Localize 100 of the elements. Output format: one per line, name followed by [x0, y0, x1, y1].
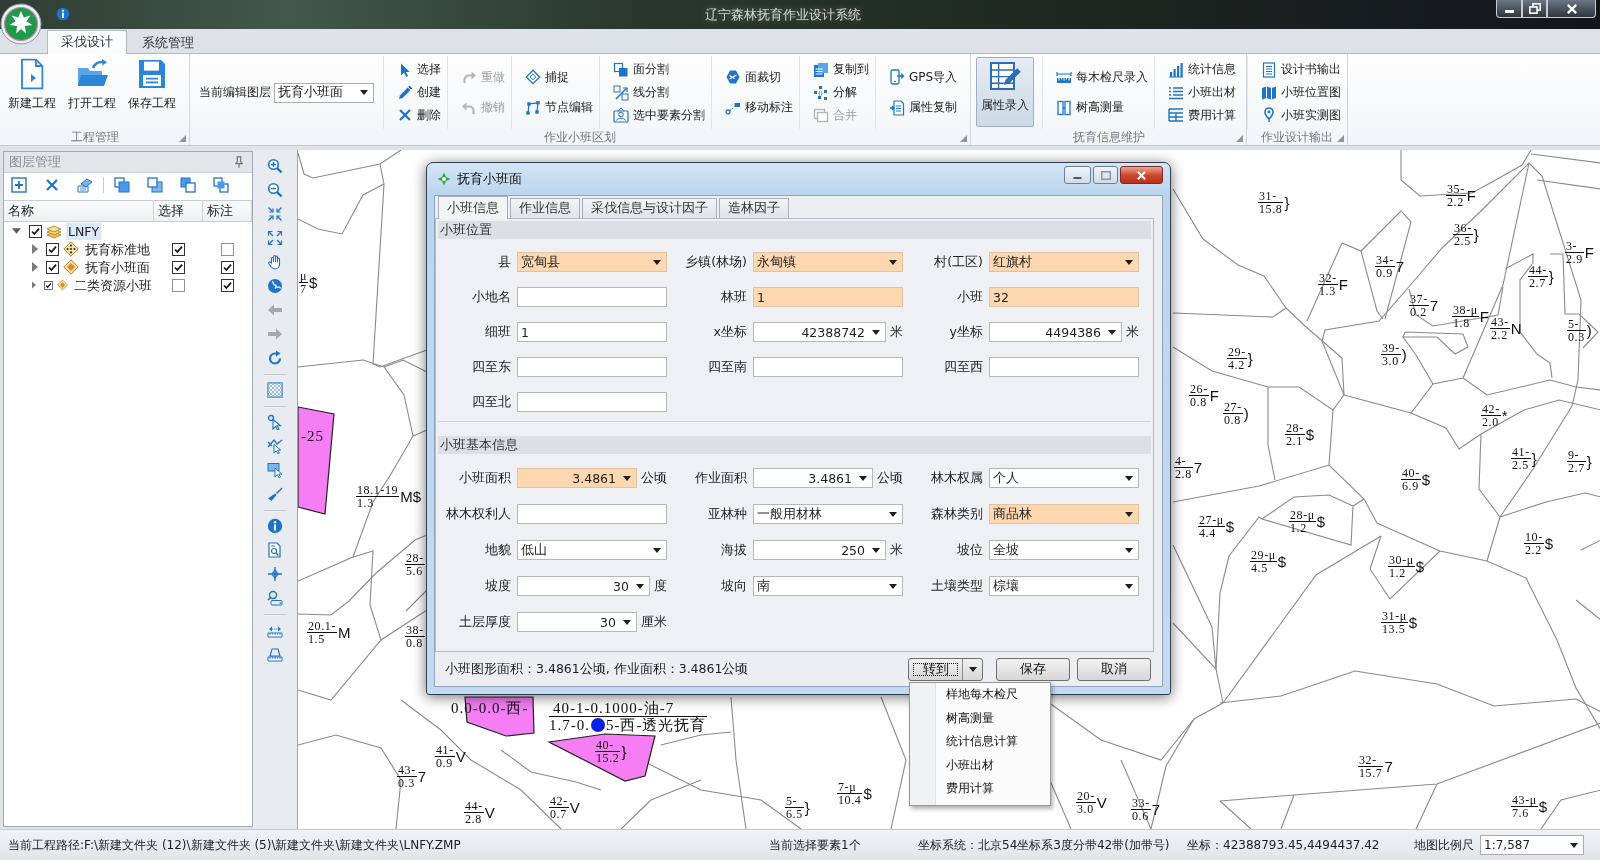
restore-button[interactable]: [1522, 0, 1547, 18]
pointer-lines-icon[interactable]: [267, 438, 283, 454]
ribbon-tab[interactable]: 系统管理: [128, 32, 208, 53]
column-header[interactable]: 名称: [4, 201, 154, 221]
text-field[interactable]: 1: [517, 322, 667, 342]
arrows-outward-icon[interactable]: [267, 230, 283, 246]
minimize-button[interactable]: [1064, 166, 1091, 184]
dropdown-field[interactable]: 南: [753, 576, 903, 596]
ribbon-button[interactable]: 选中要素分割: [613, 106, 705, 125]
checkbox[interactable]: [221, 242, 234, 256]
dialog-launcher-icon[interactable]: [1236, 135, 1244, 142]
dropdown-field[interactable]: 抚育小班面: [274, 82, 374, 103]
measure-tray-icon[interactable]: [267, 646, 283, 662]
ribbon-button[interactable]: 每木检尺录入: [1056, 68, 1149, 87]
dropdown-field[interactable]: 宽甸县: [517, 252, 667, 272]
layer-name[interactable]: 抚育小班面: [83, 258, 152, 276]
number-field[interactable]: 4494386: [989, 322, 1122, 342]
ribbon-button[interactable]: 移动标注: [725, 98, 793, 117]
text-field[interactable]: [517, 392, 667, 412]
text-field[interactable]: [517, 504, 667, 524]
ribbon-button[interactable]: GPS导入: [889, 68, 958, 87]
text-field[interactable]: 32: [989, 287, 1139, 307]
dropdown-field[interactable]: 商品林: [989, 504, 1139, 524]
globe-icon[interactable]: [267, 278, 283, 294]
ribbon-button[interactable]: 统计信息: [1168, 60, 1237, 79]
number-field[interactable]: 3.4861: [517, 468, 637, 488]
layer-name[interactable]: 抚育标准地: [83, 240, 152, 258]
pointer-rectangle-icon[interactable]: [267, 462, 283, 478]
checkerboard-icon[interactable]: [267, 382, 283, 398]
hand-icon[interactable]: [267, 254, 283, 270]
pointer-node-icon[interactable]: [267, 414, 283, 430]
checkbox[interactable]: [172, 278, 185, 292]
magnifier-tag-icon[interactable]: [267, 590, 283, 606]
checkbox[interactable]: [172, 242, 185, 256]
text-field[interactable]: [753, 357, 903, 377]
zoom-out-icon[interactable]: [267, 182, 283, 198]
info-icon[interactable]: [56, 7, 70, 21]
paint-brush-icon[interactable]: [267, 486, 283, 502]
maximize-button[interactable]: [1093, 166, 1118, 184]
column-header[interactable]: 选择: [154, 201, 203, 221]
dialog-launcher-icon[interactable]: [1337, 135, 1345, 142]
ribbon-button[interactable]: 保存工程: [125, 55, 179, 125]
text-field[interactable]: 1: [753, 287, 903, 307]
dropdown-field[interactable]: 棕壤: [989, 576, 1139, 596]
ribbon-button[interactable]: 小班位置图: [1261, 83, 1342, 102]
text-field[interactable]: [989, 357, 1139, 377]
checkbox[interactable]: [29, 224, 42, 238]
tab[interactable]: 小班信息: [438, 196, 508, 219]
layer-name[interactable]: 二类资源小班: [72, 276, 154, 294]
ribbon-button[interactable]: 分解: [813, 83, 869, 102]
menu-item[interactable]: 树高测量: [910, 706, 1050, 730]
overlapping-squares-icon[interactable]: [213, 177, 229, 193]
ribbon-button[interactable]: 捕捉: [525, 68, 593, 87]
tab[interactable]: 作业信息: [510, 198, 580, 218]
arrows-inward-icon[interactable]: [267, 206, 283, 222]
ribbon-button[interactable]: 复制到: [813, 60, 869, 79]
checkbox[interactable]: [172, 260, 185, 274]
checkbox[interactable]: [46, 242, 59, 256]
overlapping-squares-icon[interactable]: [147, 177, 163, 193]
number-field[interactable]: 3.4861: [753, 468, 873, 488]
ribbon-button[interactable]: 费用计算: [1168, 106, 1237, 125]
close-button[interactable]: [1120, 166, 1163, 184]
ribbon-button[interactable]: 小班实测图: [1261, 106, 1342, 125]
ribbon-button[interactable]: 属性复制: [889, 98, 958, 117]
ribbon-button[interactable]: 节点编辑: [525, 98, 593, 117]
checkbox[interactable]: [221, 260, 234, 274]
dropdown-field[interactable]: 红旗村: [989, 252, 1139, 272]
tab[interactable]: 采伐信息与设计因子: [582, 198, 717, 218]
collapsed-caret-icon[interactable]: [32, 280, 37, 290]
overlapping-squares-icon[interactable]: [180, 177, 196, 193]
column-header[interactable]: 标注: [203, 201, 252, 221]
ribbon-button[interactable]: 面分割: [613, 60, 705, 79]
expanded-caret-icon[interactable]: [12, 228, 21, 234]
ribbon-button[interactable]: 面裁切: [725, 68, 793, 87]
dialog-launcher-icon[interactable]: [179, 135, 186, 142]
ribbon-button[interactable]: 删除: [397, 106, 441, 125]
dropdown-field[interactable]: 个人: [989, 468, 1139, 488]
checkbox[interactable]: [44, 278, 54, 292]
menu-item[interactable]: 小班出材: [910, 753, 1050, 777]
ribbon-button[interactable]: 选择: [397, 60, 441, 79]
minimize-button[interactable]: [1496, 0, 1522, 18]
crosshair-node-icon[interactable]: [267, 566, 283, 582]
point-marker-icon[interactable]: [591, 718, 605, 732]
dropdown-field[interactable]: 一般用材林: [753, 504, 903, 524]
ribbon-button[interactable]: 打开工程: [65, 55, 119, 125]
dropdown-field[interactable]: 永甸镇: [753, 252, 903, 272]
ribbon-button[interactable]: 属性录入: [976, 57, 1035, 127]
ribbon-button[interactable]: 树高测量: [1056, 98, 1149, 117]
zoom-in-icon[interactable]: [267, 158, 283, 174]
checkbox[interactable]: [46, 260, 59, 274]
ribbon-button[interactable]: 创建: [397, 83, 441, 102]
overlapping-squares-icon[interactable]: [114, 177, 130, 193]
number-field[interactable]: 42388742: [753, 322, 886, 342]
dialog-button[interactable]: 保存: [996, 657, 1070, 681]
menu-item[interactable]: 样地每木检尺: [910, 683, 1050, 707]
ribbon-tab[interactable]: 采伐设计: [47, 30, 127, 54]
number-field[interactable]: 30: [517, 576, 650, 596]
document-magnifier-icon[interactable]: [267, 542, 283, 558]
layer-properties-icon[interactable]: [77, 177, 93, 193]
tab[interactable]: 造林因子: [719, 198, 789, 218]
